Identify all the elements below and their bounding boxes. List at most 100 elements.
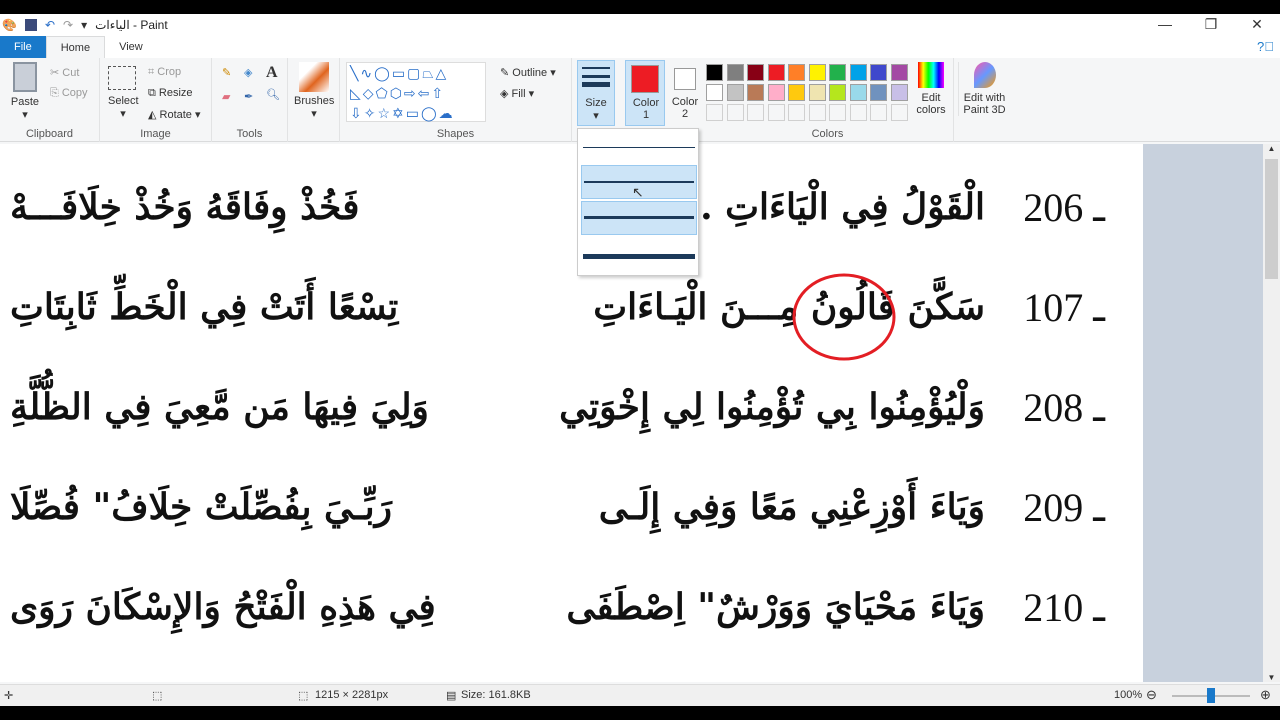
palette-color-swatch[interactable] bbox=[870, 84, 887, 101]
brush-icon bbox=[299, 62, 329, 92]
size-option-8px[interactable] bbox=[581, 239, 697, 273]
color2-swatch bbox=[674, 68, 696, 90]
select-button[interactable]: Select ▾ bbox=[108, 66, 139, 120]
brushes-group: Brushes ▾ bbox=[288, 58, 340, 142]
second-hemistich: تِسْعًا أَتَتْ فِي الْخَطِّ ثَابِتَاتِ bbox=[10, 286, 399, 328]
palette-color-swatch[interactable] bbox=[808, 84, 826, 101]
shapes-group: ╲∿◯▭▢⏢△ ◺◇⬠⬡⇨⇦⇧ ⇩✧☆✡▭◯☁ ✎ Outline ▾ ◈ Fill… bbox=[340, 58, 572, 142]
custom-color-slot[interactable] bbox=[849, 104, 867, 121]
zoom-level: 100% bbox=[1114, 689, 1143, 701]
zoom-out-button[interactable]: ⊖ bbox=[1146, 687, 1157, 703]
palette-color-swatch[interactable] bbox=[747, 64, 764, 81]
image-group: Select ▾ ⌗ Crop ⧉ Resize ◭ Rotate ▾ Image bbox=[100, 58, 212, 142]
file-size-icon: ▤ bbox=[446, 690, 457, 702]
custom-color-slot[interactable] bbox=[870, 104, 887, 121]
crop-button[interactable]: ⌗ Crop bbox=[148, 66, 181, 79]
custom-color-slot[interactable] bbox=[808, 104, 826, 121]
pencil-icon[interactable]: ✎ bbox=[222, 66, 231, 79]
palette-color-swatch[interactable] bbox=[726, 64, 744, 81]
paint-app-icon[interactable]: 🎨 bbox=[2, 18, 17, 32]
resize-button[interactable]: ⧉ Resize bbox=[148, 87, 193, 100]
fill-bucket-icon[interactable]: ◈ bbox=[244, 66, 252, 79]
zoom-in-button[interactable]: ⊕ bbox=[1260, 687, 1271, 703]
close-button[interactable]: ✕ bbox=[1234, 14, 1280, 34]
cursor-position-icon: ✛ bbox=[4, 690, 14, 702]
first-hemistich: وَلْيُؤْمِنُوا بِي تُؤْمِنُوا لِي إِخْوَ… bbox=[559, 386, 985, 428]
paint3d-button[interactable]: Edit with Paint 3D bbox=[958, 62, 1010, 116]
canvas-dimensions: 1215 × 2281px bbox=[315, 689, 389, 701]
fill-button[interactable]: ◈ Fill ▾ bbox=[500, 87, 534, 100]
palette-color-swatch[interactable] bbox=[890, 84, 908, 101]
customize-qat-icon[interactable]: ▾ bbox=[81, 18, 87, 32]
poem-line: 210 ـ وَيَاءَ مَحْيَايَ وَوَرْشٌ" اِصْطَف… bbox=[10, 584, 1105, 654]
palette-color-swatch[interactable] bbox=[829, 84, 846, 101]
palette-color-swatch[interactable] bbox=[726, 84, 744, 101]
custom-color-slot[interactable] bbox=[747, 104, 764, 121]
tools-group: ✎ ◈ A ▰ ✒ 🔍︎ Tools bbox=[212, 58, 288, 142]
size-dropdown: ↖ bbox=[577, 128, 699, 276]
palette-color-swatch[interactable] bbox=[829, 64, 846, 81]
line-size-icon bbox=[582, 67, 610, 87]
palette-color-swatch[interactable] bbox=[849, 84, 867, 101]
save-icon[interactable] bbox=[24, 19, 37, 31]
tab-file[interactable]: File bbox=[0, 36, 46, 58]
palette-color-swatch[interactable] bbox=[890, 64, 908, 81]
verse-number: 107 ـ bbox=[1023, 285, 1105, 330]
edit-colors-button[interactable]: Edit colors bbox=[912, 62, 950, 116]
custom-color-slot[interactable] bbox=[706, 104, 723, 121]
poem-line: 107 ـ سَكَّنَ قَالُونُ مِـــنَ الْيَـاءَا… bbox=[10, 284, 1105, 354]
palette-color-swatch[interactable] bbox=[808, 64, 826, 81]
clipboard-group: Paste ▾ ✂ Cut ⎘ Copy Clipboard bbox=[0, 58, 100, 142]
canvas[interactable]: 206 ـ الْقَوْلُ فِي الْيَاءَاتِ ...هْ فَخُ… bbox=[0, 144, 1143, 682]
zoom-slider-thumb[interactable] bbox=[1207, 688, 1215, 703]
red-circle-annotation bbox=[792, 273, 896, 361]
custom-color-slot[interactable] bbox=[890, 104, 908, 121]
help-icon[interactable]: ?⃝ bbox=[1257, 39, 1274, 54]
tab-view[interactable]: View bbox=[105, 36, 157, 58]
first-hemistich: الْقَوْلُ فِي الْيَاءَاتِ ...هْ bbox=[656, 186, 985, 228]
text-tool-icon[interactable]: A bbox=[266, 64, 278, 82]
outline-button[interactable]: ✎ Outline ▾ bbox=[500, 66, 556, 79]
copy-button[interactable]: ⎘ Copy bbox=[50, 87, 88, 100]
first-hemistich: وَيَاءَ أَوْزِعْنِي مَعًا وَفِي إِلَـى bbox=[598, 486, 985, 528]
palette-color-swatch[interactable] bbox=[870, 64, 887, 81]
color1-button[interactable]: Color 1 bbox=[625, 60, 665, 126]
rotate-button[interactable]: ◭ Rotate ▾ bbox=[148, 108, 201, 121]
palette-color-swatch[interactable] bbox=[788, 84, 805, 101]
tab-home[interactable]: Home bbox=[45, 36, 106, 58]
selection-size-icon: ⬚ bbox=[152, 690, 163, 702]
verse-number: 206 ـ bbox=[1023, 185, 1105, 230]
color2-button[interactable]: Color 2 bbox=[668, 60, 702, 126]
eraser-icon[interactable]: ▰ bbox=[222, 90, 230, 103]
palette-color-swatch[interactable] bbox=[849, 64, 867, 81]
paste-button[interactable]: Paste ▾ bbox=[8, 62, 42, 121]
vertical-scrollbar[interactable]: ▲ ▼ bbox=[1263, 144, 1280, 682]
size-option-1px[interactable] bbox=[581, 132, 697, 166]
magnifier-icon[interactable]: 🔍︎ bbox=[266, 88, 280, 101]
verse-number: 209 ـ bbox=[1023, 485, 1105, 530]
color-picker-icon[interactable]: ✒ bbox=[244, 90, 253, 103]
palette-color-swatch[interactable] bbox=[767, 64, 785, 81]
color1-swatch bbox=[631, 65, 659, 93]
undo-icon[interactable]: ↶ bbox=[45, 18, 55, 32]
palette-color-swatch[interactable] bbox=[767, 84, 785, 101]
second-hemistich: وَلِيَ فِيهَا مَن مَّعِيَ فِي الظُّلَّةِ bbox=[10, 386, 429, 428]
size-button[interactable]: Size ▾ bbox=[577, 60, 615, 126]
minimize-button[interactable]: — bbox=[1142, 14, 1188, 34]
custom-color-slot[interactable] bbox=[788, 104, 805, 121]
shapes-gallery[interactable]: ╲∿◯▭▢⏢△ ◺◇⬠⬡⇨⇦⇧ ⇩✧☆✡▭◯☁ bbox=[346, 62, 486, 122]
scrollbar-thumb[interactable] bbox=[1265, 159, 1278, 279]
custom-color-slot[interactable] bbox=[767, 104, 785, 121]
redo-icon[interactable]: ↷ bbox=[63, 18, 73, 32]
cut-button[interactable]: ✂ Cut bbox=[50, 66, 79, 79]
restore-button[interactable]: ❐ bbox=[1188, 14, 1234, 34]
verse-number: 210 ـ bbox=[1023, 585, 1105, 630]
palette-color-swatch[interactable] bbox=[788, 64, 805, 81]
custom-color-slot[interactable] bbox=[829, 104, 846, 121]
brushes-button[interactable]: Brushes ▾ bbox=[294, 62, 334, 120]
palette-color-swatch[interactable] bbox=[747, 84, 764, 101]
palette-color-swatch[interactable] bbox=[706, 84, 723, 101]
palette-color-swatch[interactable] bbox=[706, 64, 723, 81]
size-option-5px[interactable] bbox=[581, 201, 697, 235]
custom-color-slot[interactable] bbox=[726, 104, 744, 121]
